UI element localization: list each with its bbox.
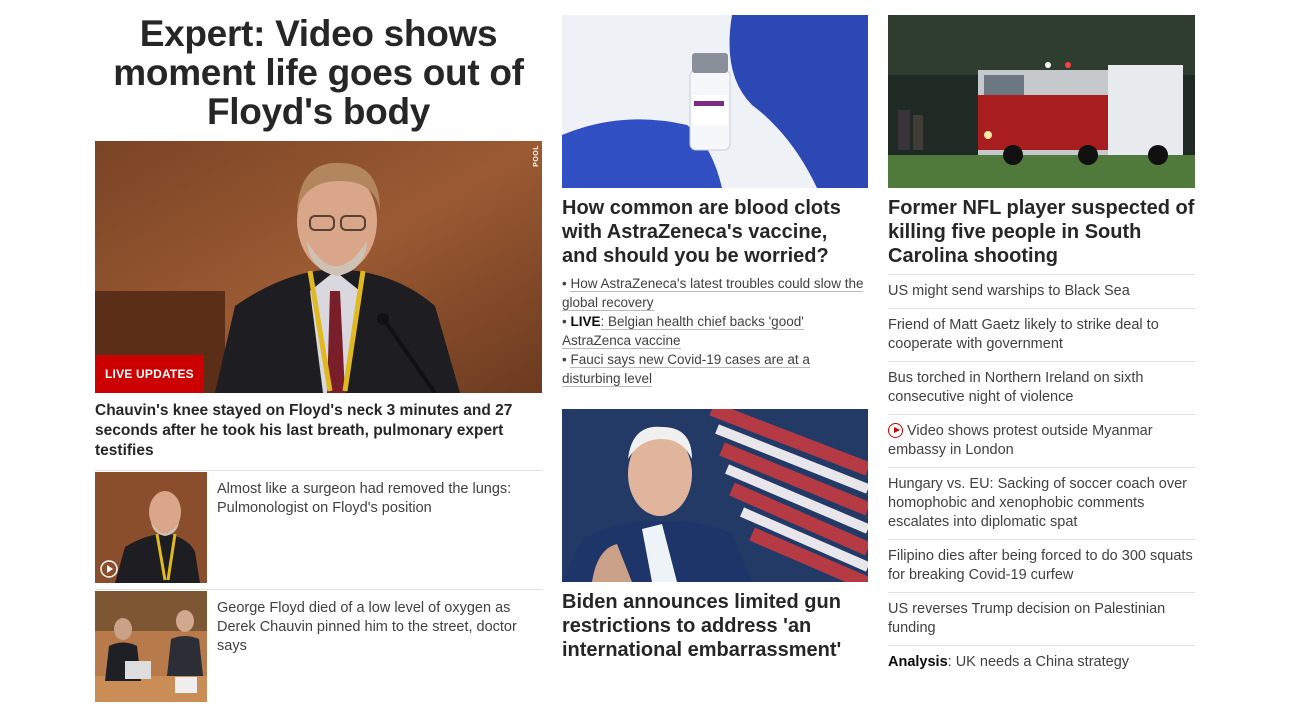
headline-list: US might send warships to Black Sea Frie… <box>888 274 1195 679</box>
related-links: • How AstraZeneca's latest troubles coul… <box>562 274 868 388</box>
related-link[interactable]: • Fauci says new Covid-19 cases are at a… <box>562 350 868 388</box>
related-link-text[interactable]: Fauci says new Covid-19 cases are at a d… <box>562 352 810 387</box>
biden-image[interactable] <box>562 409 868 582</box>
related-link[interactable]: • LIVE: Belgian health chief backs 'good… <box>562 312 868 350</box>
headline-item[interactable]: US might send warships to Black Sea <box>888 274 1195 308</box>
vaccine-image[interactable] <box>562 15 868 188</box>
related-thumbnail[interactable] <box>95 472 207 583</box>
biden-photo <box>562 409 868 582</box>
firetruck-photo <box>888 15 1195 188</box>
live-label: LIVE <box>570 314 601 329</box>
lead-story: Expert: Video shows moment life goes out… <box>95 14 542 706</box>
story-title[interactable]: How common are blood clots with AstraZen… <box>562 196 868 268</box>
headline-item[interactable]: Hungary vs. EU: Sacking of soccer coach … <box>888 467 1195 539</box>
headline-item-text[interactable]: : UK needs a China strategy <box>948 654 1129 670</box>
courtroom-thumb-image <box>95 591 207 702</box>
middle-column: How common are blood clots with AstraZen… <box>562 15 868 668</box>
related-thumbnail[interactable] <box>95 591 207 702</box>
headline-item[interactable]: Filipino dies after being forced to do 3… <box>888 539 1195 592</box>
lead-image[interactable]: POOL LIVE UPDATES <box>95 141 542 393</box>
related-link[interactable]: • How AstraZeneca's latest troubles coul… <box>562 274 868 312</box>
story-title[interactable]: Biden announces limited gun restrictions… <box>562 590 868 662</box>
headline-item[interactable]: US reverses Trump decision on Palestinia… <box>888 592 1195 645</box>
headline-item-text[interactable]: Video shows protest outside Myanmar emba… <box>888 423 1153 458</box>
pool-label: POOL <box>533 145 540 167</box>
related-story[interactable]: George Floyd died of a low level of oxyg… <box>95 589 542 706</box>
headline-item[interactable]: Friend of Matt Gaetz likely to strike de… <box>888 308 1195 361</box>
headline-item[interactable]: Video shows protest outside Myanmar emba… <box>888 414 1195 467</box>
related-story[interactable]: Almost like a surgeon had removed the lu… <box>95 470 542 587</box>
lead-caption[interactable]: Chauvin's knee stayed on Floyd's neck 3 … <box>95 401 542 461</box>
related-story-title[interactable]: George Floyd died of a low level of oxyg… <box>207 591 542 706</box>
story-title[interactable]: Former NFL player suspected of killing f… <box>888 196 1195 268</box>
firetruck-image[interactable] <box>888 15 1195 188</box>
lead-headline[interactable]: Expert: Video shows moment life goes out… <box>95 14 542 131</box>
right-column: Former NFL player suspected of killing f… <box>888 15 1195 679</box>
vaccine-vial-photo <box>562 15 868 188</box>
play-icon[interactable] <box>100 560 118 578</box>
related-link-text[interactable]: How AstraZeneca's latest troubles could … <box>562 276 864 311</box>
related-story-title[interactable]: Almost like a surgeon had removed the lu… <box>207 472 542 587</box>
live-updates-badge[interactable]: LIVE UPDATES <box>95 355 204 393</box>
analysis-label: Analysis <box>888 654 948 670</box>
headline-item[interactable]: Analysis: UK needs a China strategy <box>888 645 1195 679</box>
headline-item[interactable]: Bus torched in Northern Ireland on sixth… <box>888 361 1195 414</box>
video-play-icon <box>888 423 903 438</box>
